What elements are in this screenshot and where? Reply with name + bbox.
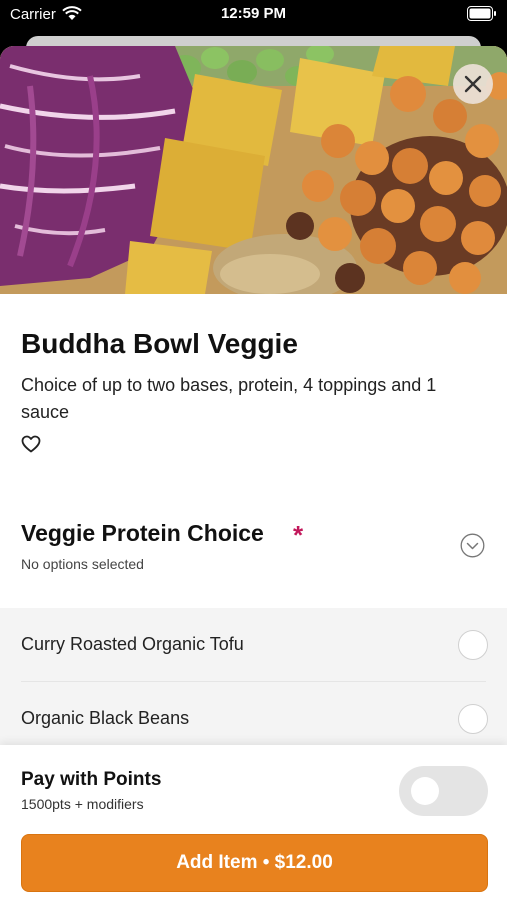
battery-icon bbox=[467, 6, 496, 21]
checkout-footer: Pay with Points 1500pts + modifiers Add … bbox=[0, 745, 507, 900]
chevron-down-circle-icon[interactable] bbox=[460, 533, 485, 558]
item-hero-image bbox=[0, 46, 507, 294]
modifier-group-title: Veggie Protein Choice bbox=[21, 520, 264, 546]
buddha-bowl-illustration bbox=[0, 46, 507, 294]
status-bar: Carrier 12:59 PM bbox=[0, 0, 507, 28]
close-button[interactable] bbox=[453, 64, 493, 104]
pay-with-points-subtitle: 1500pts + modifiers bbox=[21, 796, 144, 812]
option-radio[interactable] bbox=[458, 630, 488, 660]
close-icon bbox=[464, 75, 482, 93]
option-label: Curry Roasted Organic Tofu bbox=[21, 634, 244, 654]
option-radio[interactable] bbox=[458, 704, 488, 734]
add-item-button[interactable]: Add Item • $12.00 bbox=[21, 834, 488, 892]
required-marker: * bbox=[293, 520, 304, 550]
modifier-option[interactable]: Curry Roasted Organic Tofu bbox=[0, 608, 507, 682]
status-time: 12:59 PM bbox=[220, 5, 287, 22]
pay-with-points-title: Pay with Points bbox=[21, 769, 162, 790]
option-label: Organic Black Beans bbox=[21, 708, 190, 728]
item-title: Buddha Bowl Veggie bbox=[21, 328, 298, 359]
item-detail-sheet: Buddha Bowl Veggie Choice of up to two b… bbox=[0, 46, 507, 900]
item-description: Choice of up to two bases, protein, 4 to… bbox=[21, 375, 437, 422]
pay-with-points-toggle[interactable] bbox=[399, 766, 488, 816]
modifier-group-status: No options selected bbox=[21, 556, 144, 572]
toggle-knob bbox=[411, 777, 439, 805]
heart-icon[interactable] bbox=[21, 435, 41, 453]
